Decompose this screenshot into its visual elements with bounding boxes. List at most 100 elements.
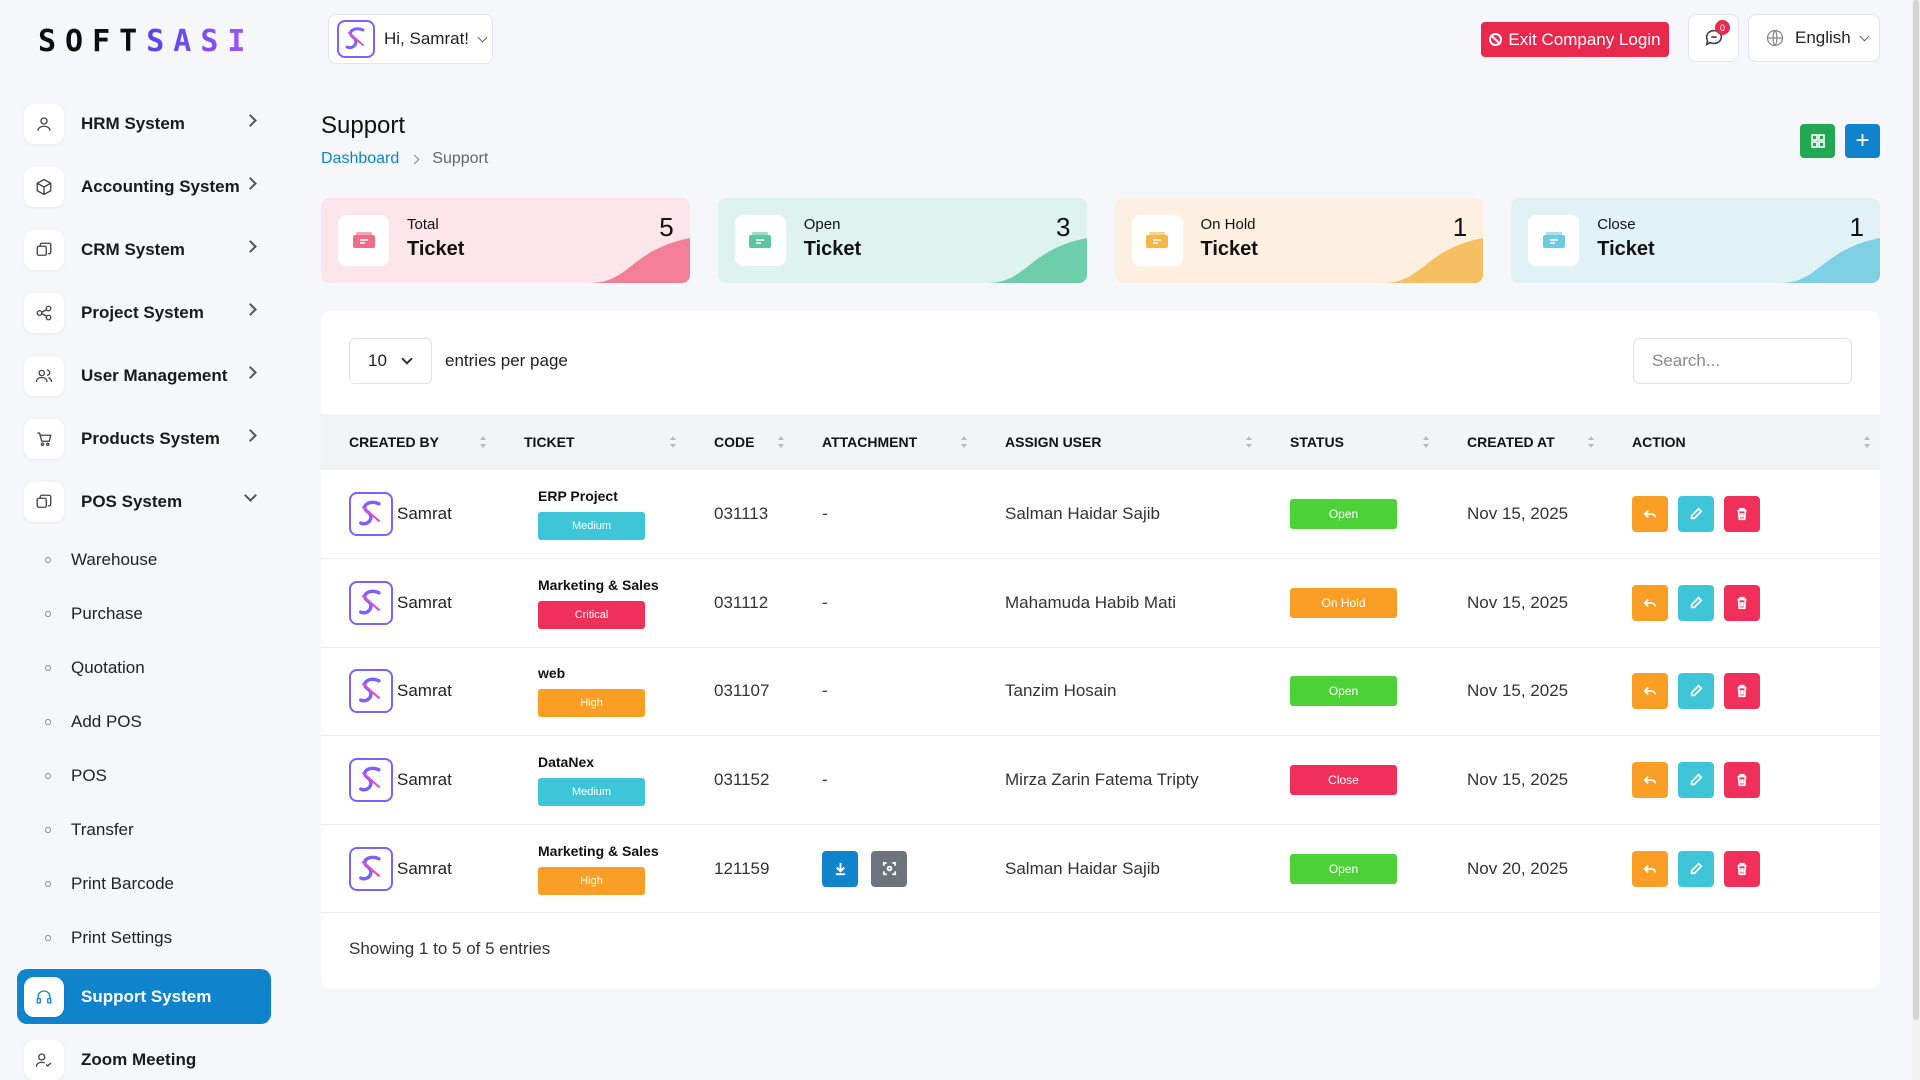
exit-company-login-label: Exit Company Login xyxy=(1508,29,1661,49)
entries-per-page-select[interactable]: 10 xyxy=(349,338,432,384)
exit-company-login-button[interactable]: Exit Company Login xyxy=(1481,22,1669,57)
sort-icon xyxy=(1246,436,1252,448)
reply-button[interactable] xyxy=(1632,584,1668,621)
sidebar-item-hrm-system[interactable]: HRM System xyxy=(17,92,271,155)
column-header-created-at[interactable]: CREATED AT xyxy=(1439,414,1604,470)
chevron-right-icon xyxy=(244,114,257,127)
sidebar-subitem-purchase[interactable]: Purchase xyxy=(17,587,271,641)
stat-card-title: Ticket xyxy=(1597,238,1655,260)
edit-button[interactable] xyxy=(1678,762,1714,799)
column-header-label: CREATED BY xyxy=(349,434,439,450)
sidebar-subitem-pos[interactable]: POS xyxy=(17,749,271,803)
status-cell: Open xyxy=(1262,647,1439,736)
sidebar-item-label: Project System xyxy=(81,302,204,322)
grid-view-button[interactable] xyxy=(1800,124,1835,158)
assign-user-cell: Salman Haidar Sajib xyxy=(1005,858,1160,878)
sidebar-item-products-system[interactable]: Products System xyxy=(17,407,271,470)
sidebar-item-accounting-system[interactable]: Accounting System xyxy=(17,155,271,218)
stat-card-on-hold: On Hold Ticket 1 xyxy=(1114,198,1484,283)
sidebar-subitem-label: Add POS xyxy=(71,712,142,731)
creator-name: Samrat xyxy=(397,681,452,701)
sidebar: SOFTSASI HRM System Accounting System CRM … xyxy=(0,0,288,1080)
reply-button[interactable] xyxy=(1632,673,1668,710)
brand-logo[interactable]: SOFTSASI xyxy=(38,24,255,59)
card-wave-decoration xyxy=(1780,238,1880,283)
delete-button[interactable] xyxy=(1724,762,1760,799)
delete-button[interactable] xyxy=(1724,673,1760,710)
column-header-attachment[interactable]: ATTACHMENT xyxy=(794,414,977,470)
column-header-code[interactable]: CODE xyxy=(686,414,794,470)
sidebar-item-crm-system[interactable]: CRM System xyxy=(17,218,271,281)
logo-s-icon xyxy=(359,589,381,615)
scrollbar-thumb[interactable] xyxy=(1913,0,1919,1020)
notification-button[interactable]: 0 xyxy=(1688,14,1739,62)
action-cell xyxy=(1604,736,1880,825)
user-menu[interactable]: Hi, Samrat! xyxy=(328,14,493,64)
table-row: Samrat DataNex Medium 031152 - Mirza Zarin Fa… xyxy=(321,736,1880,825)
assign-user-cell: Mahamuda Habib Mati xyxy=(1005,592,1177,612)
sidebar-item-label: Support System xyxy=(81,986,212,1006)
reply-button[interactable] xyxy=(1632,762,1668,799)
edit-button[interactable] xyxy=(1678,584,1714,621)
sidebar-item-zoom-meeting[interactable]: Zoom Meeting xyxy=(17,1028,271,1080)
priority-badge: Medium xyxy=(538,778,645,807)
priority-badge: High xyxy=(538,866,645,895)
status-badge: Open xyxy=(1290,499,1397,530)
download-button[interactable] xyxy=(822,850,858,887)
created-at-cell: Nov 15, 2025 xyxy=(1467,770,1569,790)
reply-button[interactable] xyxy=(1632,496,1668,533)
created-at-cell: Nov 15, 2025 xyxy=(1467,504,1569,524)
avatar xyxy=(349,669,393,714)
column-header-created-by[interactable]: CREATED BY xyxy=(321,414,496,470)
created-at-cell: Nov 15, 2025 xyxy=(1467,592,1569,612)
sidebar-item-label: Zoom Meeting xyxy=(81,1049,197,1069)
sidebar-item-label: CRM System xyxy=(81,239,185,259)
column-header-assign-user[interactable]: ASSIGN USER xyxy=(977,414,1262,470)
sort-icon xyxy=(1864,436,1870,448)
sidebar-item-project-system[interactable]: Project System xyxy=(17,281,271,344)
sidebar-subitem-print-settings[interactable]: Print Settings xyxy=(17,911,271,965)
column-header-status[interactable]: STATUS xyxy=(1262,414,1439,470)
tickets-table: CREATED BY TICKET CODE ATTACHMENT ASSIGN USE… xyxy=(321,414,1880,913)
sidebar-item-pos-system[interactable]: POS System xyxy=(17,470,271,533)
priority-badge: Medium xyxy=(538,512,645,541)
stat-cards: Total Ticket 5 Open Ticket 3 On Hold Ticket 1 Clo… xyxy=(321,198,1880,283)
bullet-icon xyxy=(45,827,51,833)
stat-card-title: Ticket xyxy=(407,238,465,260)
entries-per-page-label: entries per page xyxy=(445,351,568,370)
creator-name: Samrat xyxy=(397,770,452,790)
sidebar-item-support-system[interactable]: Support System xyxy=(17,969,271,1024)
sidebar-subitem-transfer[interactable]: Transfer xyxy=(17,803,271,857)
add-ticket-button[interactable]: + xyxy=(1845,124,1880,158)
preview-button[interactable] xyxy=(871,850,907,887)
search-input[interactable] xyxy=(1633,338,1852,384)
sidebar-item-label: User Management xyxy=(81,365,228,385)
cart-icon xyxy=(37,431,52,446)
column-header-ticket[interactable]: TICKET xyxy=(496,414,686,470)
sidebar-subitem-warehouse[interactable]: Warehouse xyxy=(17,533,271,587)
card-wave-decoration xyxy=(1383,238,1484,283)
edit-button[interactable] xyxy=(1678,673,1714,710)
status-badge: Open xyxy=(1290,853,1397,884)
bullet-icon xyxy=(45,557,51,563)
status-badge: Close xyxy=(1290,765,1397,796)
sidebar-item-user-management[interactable]: User Management xyxy=(17,344,271,407)
reply-button[interactable] xyxy=(1632,850,1668,887)
edit-button[interactable] xyxy=(1678,496,1714,533)
sidebar-subitem-print-barcode[interactable]: Print Barcode xyxy=(17,857,271,911)
created-by-cell: Samrat xyxy=(321,559,496,648)
language-selector[interactable]: English xyxy=(1748,14,1880,62)
edit-button[interactable] xyxy=(1678,850,1714,887)
card-wave-decoration xyxy=(986,238,1087,283)
delete-button[interactable] xyxy=(1724,850,1760,887)
chevron-down-icon xyxy=(477,32,488,42)
page-scrollbar[interactable] xyxy=(1912,0,1920,1080)
stat-card-close: Close Ticket 1 xyxy=(1511,198,1880,283)
delete-button[interactable] xyxy=(1724,584,1760,621)
share-icon xyxy=(24,292,64,333)
delete-button[interactable] xyxy=(1724,496,1760,533)
sidebar-subitem-quotation[interactable]: Quotation xyxy=(17,641,271,695)
sidebar-subitem-add-pos[interactable]: Add POS xyxy=(17,695,271,749)
column-header-action[interactable]: ACTION xyxy=(1604,414,1880,470)
breadcrumb-dashboard-link[interactable]: Dashboard xyxy=(321,150,399,168)
